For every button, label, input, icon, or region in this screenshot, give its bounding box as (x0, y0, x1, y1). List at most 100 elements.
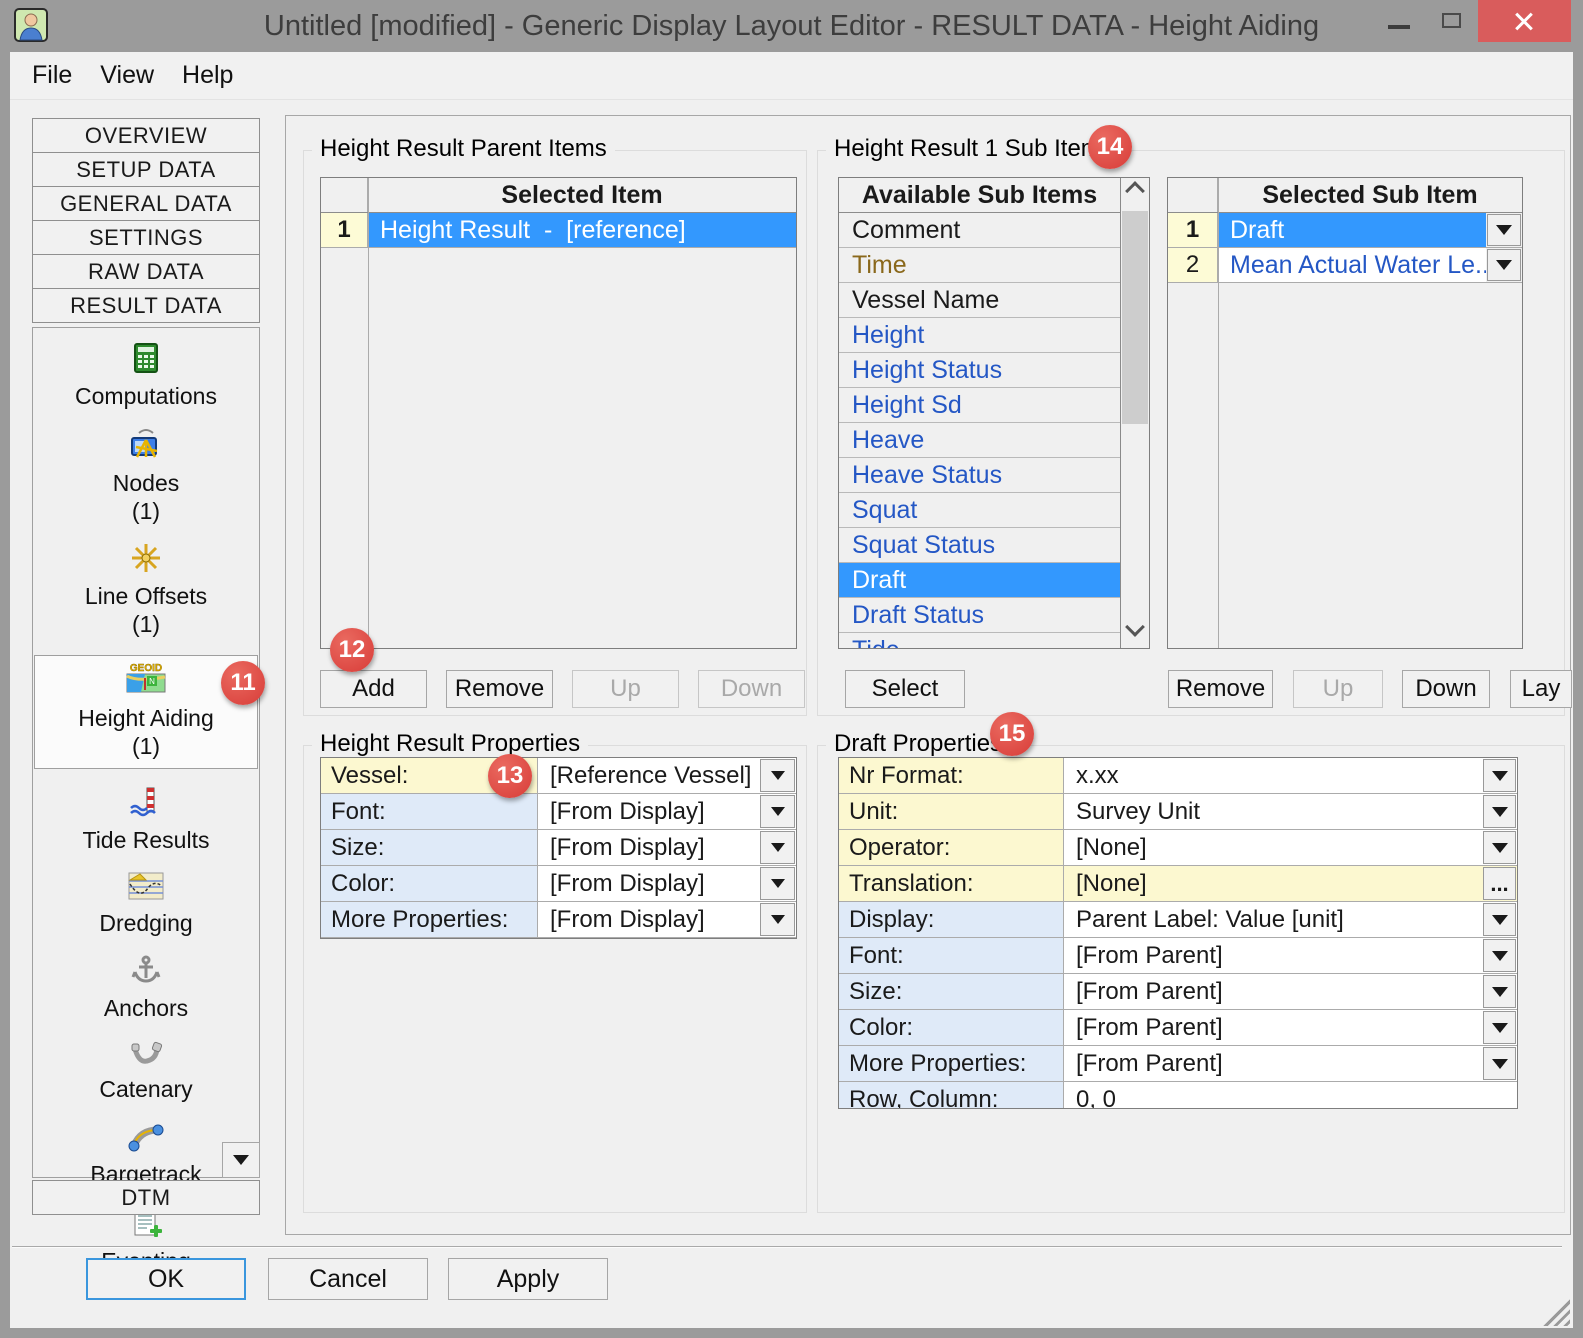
table-row[interactable]: 2 Mean Actual Water Le... (1168, 248, 1522, 283)
property-value[interactable]: [From Display] (538, 830, 759, 865)
dropdown-button[interactable] (1487, 249, 1521, 281)
selected-sub-item-cell[interactable]: Mean Actual Water Le... (1218, 248, 1486, 282)
sidebar-item-raw-data[interactable]: RAW DATA (32, 254, 260, 289)
property-label: Font: (321, 794, 538, 829)
ellipsis-button[interactable]: ... (1483, 867, 1516, 900)
list-item-vessel-name[interactable]: Vessel Name (839, 283, 1120, 318)
sub-remove-button[interactable]: Remove (1168, 670, 1273, 708)
list-item-height[interactable]: Height (839, 318, 1120, 353)
dropdown-button[interactable] (760, 867, 795, 900)
remove-button[interactable]: Remove (446, 670, 553, 708)
list-item-height-status[interactable]: Height Status (839, 353, 1120, 388)
table-row[interactable]: 1 Height Result - [reference] (321, 213, 796, 248)
dropdown-button[interactable] (1483, 1011, 1516, 1044)
sidebar-item-setup-data[interactable]: SETUP DATA (32, 152, 260, 187)
sub-down-button[interactable]: Down (1402, 670, 1490, 708)
list-item-draft[interactable]: Draft (839, 563, 1120, 598)
chevron-down-icon (1496, 225, 1512, 235)
list-item-time[interactable]: Time (839, 248, 1120, 283)
ok-button[interactable]: OK (86, 1258, 246, 1300)
property-row-operator: Operator: [None] (839, 830, 1517, 866)
list-item-draft-status[interactable]: Draft Status (839, 598, 1120, 633)
property-value[interactable]: [From Display] (538, 866, 759, 901)
draft-properties-table: Nr Format: x.xx Unit: Survey Unit Operat… (838, 757, 1518, 1109)
apply-button[interactable]: Apply (448, 1258, 608, 1300)
property-value[interactable]: [From Parent] (1064, 1046, 1482, 1081)
property-value[interactable]: [Reference Vessel] (538, 758, 759, 793)
list-item-heave-status[interactable]: Heave Status (839, 458, 1120, 493)
sidebar-item-dtm[interactable]: DTM (32, 1180, 260, 1215)
list-item-height-sd[interactable]: Height Sd (839, 388, 1120, 423)
sidebar-item-settings[interactable]: SETTINGS (32, 220, 260, 255)
sub-up-button[interactable]: Up (1293, 670, 1383, 708)
parent-item-cell[interactable]: Height Result - [reference] (368, 213, 796, 247)
sidebar-item-overview[interactable]: OVERVIEW (32, 118, 260, 153)
list-item-squat-status[interactable]: Squat Status (839, 528, 1120, 563)
chevron-down-icon (1492, 1023, 1508, 1033)
up-button[interactable]: Up (572, 670, 679, 708)
layout-button[interactable]: Lay (1510, 670, 1572, 708)
list-item-comment[interactable]: Comment (839, 213, 1120, 248)
callout-badge-14: 14 (1088, 125, 1132, 169)
property-value[interactable]: Parent Label: Value [unit] (1064, 902, 1482, 937)
dropdown-button[interactable] (1483, 1047, 1516, 1080)
sidebar-more-button[interactable] (222, 1142, 260, 1178)
property-value[interactable]: Survey Unit (1064, 794, 1482, 829)
menu-help[interactable]: Help (168, 61, 247, 90)
minimize-button[interactable] (1388, 25, 1410, 29)
scroll-down-button[interactable] (1121, 620, 1149, 648)
property-value[interactable]: [From Parent] (1064, 974, 1482, 1009)
property-value[interactable]: [None] (1064, 866, 1482, 901)
dropdown-button[interactable] (1483, 975, 1516, 1008)
cancel-button[interactable]: Cancel (268, 1258, 428, 1300)
dropdown-button[interactable] (760, 831, 795, 864)
close-button[interactable] (1478, 0, 1571, 42)
dropdown-button[interactable] (760, 795, 795, 828)
dropdown-button[interactable] (1483, 759, 1516, 792)
dropdown-button[interactable] (1487, 214, 1521, 246)
scroll-up-button[interactable] (1121, 178, 1149, 206)
list-item-tide[interactable]: Tide (839, 633, 1120, 648)
property-value[interactable]: [From Display] (538, 902, 759, 937)
available-sub-items-header: Available Sub Items (839, 178, 1120, 213)
sidebar-item-general-data[interactable]: GENERAL DATA (32, 186, 260, 221)
dropdown-button[interactable] (1483, 903, 1516, 936)
property-value[interactable]: [None] (1064, 830, 1482, 865)
resize-grip[interactable] (1538, 1296, 1570, 1326)
list-item-heave[interactable]: Heave (839, 423, 1120, 458)
sidebar-item-anchors[interactable]: Anchors (104, 954, 188, 1022)
property-value[interactable]: [From Parent] (1064, 938, 1482, 973)
anchor-icon (130, 954, 162, 992)
sidebar-item-line-offsets[interactable]: Line Offsets (1) (85, 542, 207, 638)
maximize-button[interactable] (1442, 13, 1461, 28)
menu-view[interactable]: View (86, 61, 168, 90)
property-value[interactable]: [From Display] (538, 794, 759, 829)
dropdown-button[interactable] (1483, 939, 1516, 972)
property-label: More Properties: (839, 1046, 1064, 1081)
dropdown-button[interactable] (1483, 831, 1516, 864)
property-value[interactable]: 0, 0 (1064, 1082, 1517, 1109)
property-value[interactable]: x.xx (1064, 758, 1482, 793)
callout-badge-11: 11 (221, 661, 265, 705)
dropdown-button[interactable] (760, 759, 795, 792)
down-button[interactable]: Down (698, 670, 805, 708)
sidebar-item-computations[interactable]: Computations (75, 342, 217, 410)
property-value[interactable]: [From Parent] (1064, 1010, 1482, 1045)
scrollbar[interactable] (1120, 178, 1149, 648)
list-item-squat[interactable]: Squat (839, 493, 1120, 528)
sidebar-item-catenary[interactable]: Catenary (99, 1039, 192, 1103)
select-button[interactable]: Select (845, 670, 965, 708)
sidebar-item-tide-results[interactable]: Tide Results (83, 786, 210, 854)
sidebar-item-result-data[interactable]: RESULT DATA (32, 288, 260, 323)
selected-sub-item-cell[interactable]: Draft (1218, 213, 1486, 247)
sidebar-item-nodes[interactable]: Nodes (1) (113, 427, 179, 525)
property-label: More Properties: (321, 902, 538, 937)
sidebar-item-dredging[interactable]: Dredging (99, 871, 192, 937)
add-button[interactable]: Add (320, 670, 427, 708)
dropdown-button[interactable] (760, 903, 795, 936)
table-row[interactable]: 1 Draft (1168, 213, 1522, 248)
dropdown-button[interactable] (1483, 795, 1516, 828)
menu-file[interactable]: File (10, 61, 86, 90)
scrollbar-thumb[interactable] (1122, 211, 1148, 424)
sidebar-item-bargetrack[interactable]: Bargetrack (90, 1120, 201, 1188)
